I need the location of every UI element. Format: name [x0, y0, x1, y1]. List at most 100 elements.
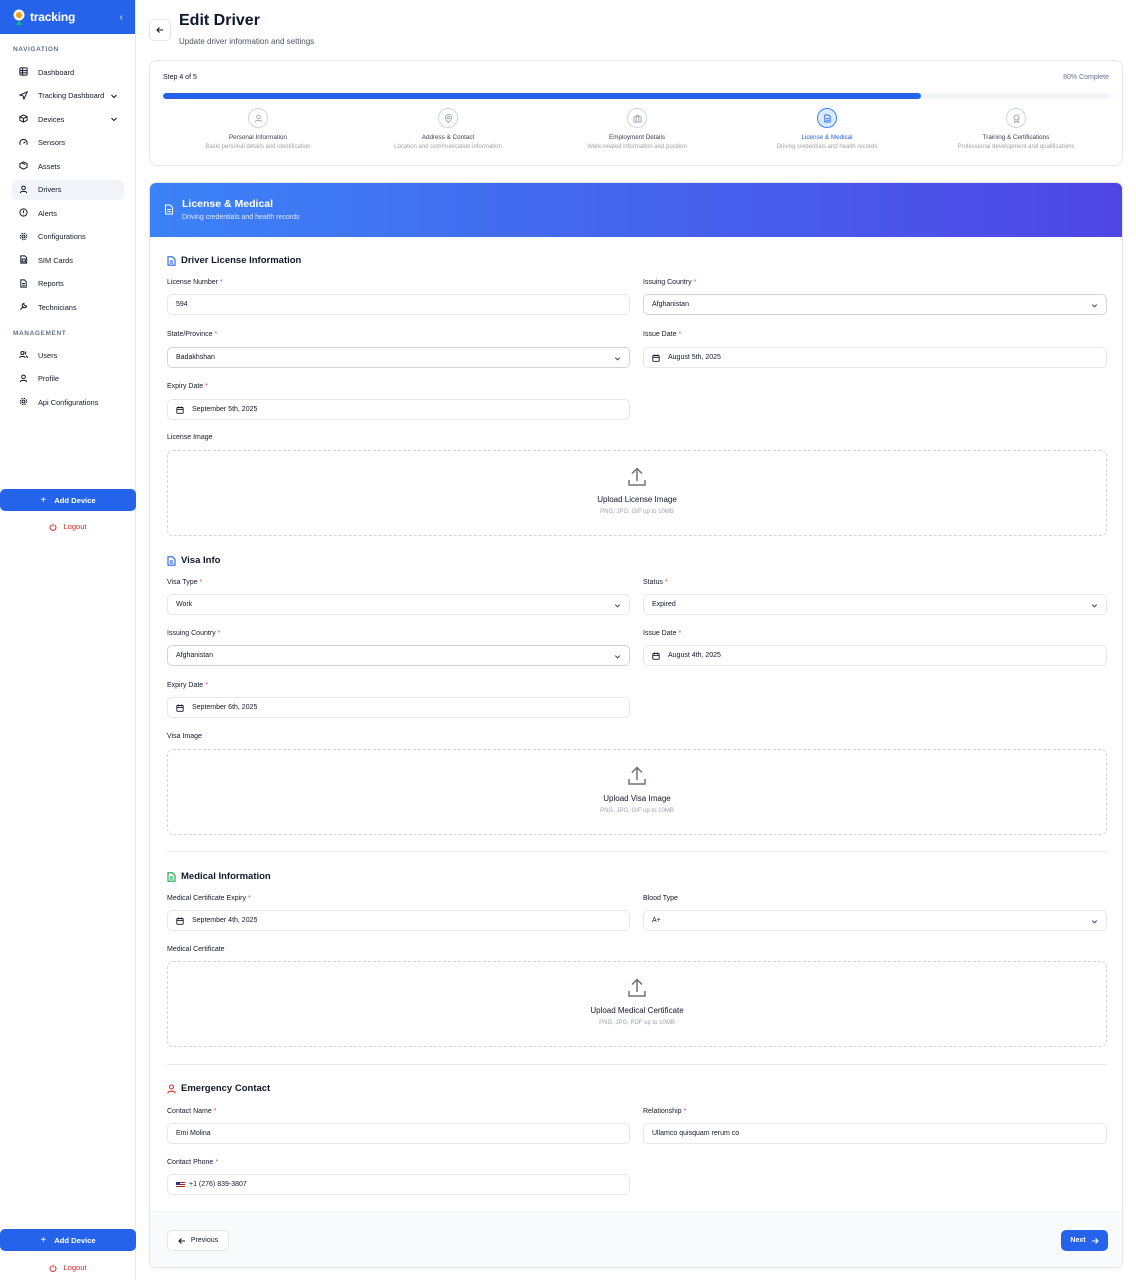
label-text: Issue Date	[643, 331, 677, 338]
nav-item-reports[interactable]: Reports	[12, 274, 124, 294]
nav-item-sim-cards[interactable]: SIM Cards	[12, 250, 124, 270]
step-employment-details[interactable]: Employment Details Work-related informat…	[542, 108, 732, 150]
step-desc: Driving credentials and health records	[776, 144, 878, 150]
step-address-contact[interactable]: Address & Contact Location and communica…	[353, 108, 543, 150]
add-device-button-bottom[interactable]: + Add Device	[0, 1229, 136, 1251]
date-value: August 4th, 2025	[668, 652, 721, 659]
nav-label: Users	[38, 350, 58, 360]
label-text: Status	[643, 579, 663, 586]
page-title: Edit Driver	[179, 12, 260, 29]
management-section-label: MANAGEMENT	[13, 330, 67, 337]
step-license-medical[interactable]: License & Medical Driving credentials an…	[732, 108, 922, 150]
step-personal-information[interactable]: Personal Information Basic personal deta…	[163, 108, 353, 150]
required-marker: *	[215, 1159, 219, 1166]
calendar-icon	[652, 652, 660, 660]
visa-type-label: Visa Type *	[167, 579, 202, 586]
document-icon	[817, 108, 837, 128]
calendar-icon	[176, 406, 184, 414]
visa-issue-date-picker[interactable]: August 4th, 2025	[643, 645, 1107, 666]
nav-item-users[interactable]: Users	[12, 345, 124, 365]
label-text: Visa Type	[167, 579, 198, 586]
section-divider	[167, 851, 1107, 852]
license-number-input[interactable]: 594	[167, 294, 630, 315]
visa-country-select[interactable]: Afghanistan	[167, 645, 630, 666]
nav-item-profile[interactable]: Profile	[12, 369, 124, 389]
previous-button[interactable]: Previous	[167, 1230, 229, 1251]
visa-image-upload[interactable]: Upload Visa Image PNG, JPG, GIF up to 10…	[167, 749, 1107, 835]
nav-item-tracking-dashboard[interactable]: Tracking Dashboard	[12, 86, 124, 106]
label-text: Issuing Country	[167, 630, 216, 637]
label-text: License Number	[167, 279, 218, 286]
required-marker: *	[213, 1108, 217, 1115]
back-button[interactable]	[149, 19, 171, 41]
label-text: Relationship	[643, 1108, 682, 1115]
medical-certificate-upload[interactable]: Upload Medical Certificate PNG, JPG, PDF…	[167, 961, 1107, 1047]
license-country-select[interactable]: Afghanistan	[643, 294, 1107, 315]
nav-label: Sensors	[38, 138, 66, 147]
upload-title: Upload Visa Image	[603, 794, 671, 803]
license-image-upload[interactable]: Upload License Image PNG, JPG, GIF up to…	[167, 450, 1107, 536]
next-button[interactable]: Next	[1061, 1230, 1108, 1251]
relationship-label: Relationship *	[643, 1108, 686, 1115]
required-marker: *	[678, 331, 682, 338]
chevron-down-icon	[614, 655, 621, 659]
nav-item-api-configurations[interactable]: Api Configurations	[12, 392, 124, 412]
nav-item-alerts[interactable]: Alerts	[12, 203, 124, 223]
nav-item-configurations[interactable]: Configurations	[12, 227, 124, 247]
section-title-text: Medical Information	[181, 871, 271, 882]
visa-status-label: Status *	[643, 579, 668, 586]
document-icon	[164, 204, 174, 215]
add-device-label: Add Device	[54, 495, 96, 505]
collapse-sidebar-icon[interactable]: ‹	[120, 12, 123, 23]
form-header: License & Medical Driving credentials an…	[150, 183, 1122, 237]
add-device-button[interactable]: + Add Device	[0, 489, 136, 511]
logout-button[interactable]: Logout	[0, 522, 136, 531]
wrench-icon	[19, 302, 29, 312]
form-header-title: License & Medical	[182, 198, 274, 210]
label-text: Medical Certificate Expiry	[167, 895, 246, 902]
section-divider	[167, 1064, 1107, 1065]
previous-label: Previous	[190, 1237, 219, 1244]
date-value: September 6th, 2025	[192, 704, 258, 711]
nav-item-dashboard[interactable]: Dashboard	[12, 62, 124, 82]
logo-icon	[13, 9, 25, 25]
nav-item-technicians[interactable]: Technicians	[12, 297, 124, 317]
step-title: License & Medical	[801, 134, 853, 141]
nav-item-devices[interactable]: Devices	[12, 109, 124, 129]
calendar-icon	[652, 354, 660, 362]
phone-value: +1 (276) 839-3807	[189, 1181, 247, 1188]
nav-label: Technicians	[38, 302, 77, 312]
license-expiry-date-picker[interactable]: September 5th, 2025	[167, 399, 630, 420]
visa-expiry-date-picker[interactable]: September 6th, 2025	[167, 697, 630, 718]
add-device-label: Add Device	[54, 1235, 96, 1245]
nav-item-drivers[interactable]: Drivers	[12, 179, 124, 200]
visa-status-select[interactable]: Expired	[643, 594, 1107, 615]
calendar-icon	[176, 704, 184, 712]
medical-cert-expiry-picker[interactable]: September 4th, 2025	[167, 910, 630, 931]
select-value: Work	[176, 601, 193, 608]
step-title: Personal Information	[228, 134, 288, 141]
brand-name: tracking	[30, 10, 76, 24]
nav-item-sensors[interactable]: Sensors	[12, 133, 124, 153]
management-list: Users Profile Api Configurations	[0, 345, 136, 416]
blood-type-select[interactable]: A+	[643, 910, 1107, 931]
map-pin-icon	[438, 108, 458, 128]
visa-type-select[interactable]: Work	[167, 594, 630, 615]
step-training-certifications[interactable]: Training & Certifications Professional d…	[921, 108, 1111, 150]
label-text: Contact Phone	[167, 1159, 214, 1166]
license-number-label: License Number *	[167, 279, 223, 286]
logout-label: Logout	[63, 522, 87, 531]
license-issue-date-picker[interactable]: August 5th, 2025	[643, 347, 1107, 368]
label-text: Expiry Date	[167, 383, 204, 390]
nav-item-assets[interactable]: Assets	[12, 156, 124, 176]
state-province-label: State/Province *	[167, 331, 217, 338]
us-flag-icon[interactable]	[176, 1181, 185, 1188]
chevron-down-icon	[1091, 604, 1098, 608]
relationship-input[interactable]: Ullamco quisquam rerum co	[643, 1123, 1107, 1144]
contact-name-input[interactable]: Emi Molina	[167, 1123, 630, 1144]
grid-icon	[19, 67, 29, 77]
logout-button-bottom[interactable]: Logout	[0, 1263, 136, 1272]
state-province-select[interactable]: Badakhshan	[167, 347, 630, 368]
label-text: Issue Date	[643, 630, 677, 637]
contact-phone-input[interactable]: +1 (276) 839-3807	[167, 1174, 630, 1195]
